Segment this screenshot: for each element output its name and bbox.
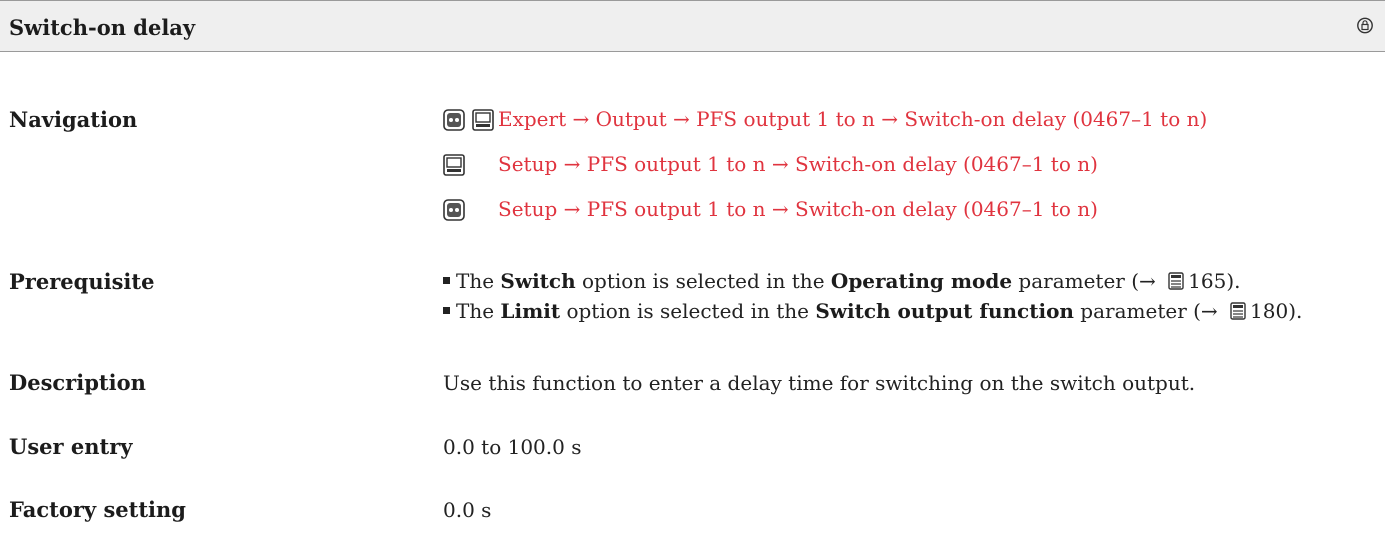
prerequisite-text: parameter (→ (1012, 269, 1163, 293)
nav-path-setup-1[interactable]: Setup → PFS output 1 to n → Switch-on de… (498, 152, 1098, 176)
nav-path-setup-2[interactable]: Setup → PFS output 1 to n → Switch-on de… (498, 197, 1098, 221)
page-title: Switch-on delay (9, 15, 196, 40)
page-number[interactable]: 180 (1250, 299, 1288, 323)
user-entry-value: 0.0 to 100.0 s (443, 435, 582, 459)
display-icon (443, 199, 465, 221)
prerequisite-text: option is selected in the (575, 269, 831, 293)
prerequisite-label: Prerequisite (9, 269, 155, 294)
navigation-label: Navigation (9, 107, 138, 132)
prerequisite-text: The (456, 299, 501, 323)
prerequisite-text: parameter (→ (1073, 299, 1225, 323)
user-entry-label: User entry (9, 434, 133, 459)
prerequisite-text: The (456, 269, 501, 293)
bullet-icon (443, 307, 450, 314)
bullet-icon (443, 277, 450, 284)
prerequisite-text: option is selected in the (560, 299, 816, 323)
page-reference-icon (1168, 271, 1184, 290)
prerequisite-item: The Switch option is selected in the Ope… (443, 269, 1241, 293)
option-name: Switch (500, 269, 576, 293)
nav-path-expert[interactable]: Expert → Output → PFS output 1 to n → Sw… (498, 107, 1207, 131)
prerequisite-item: The Limit option is selected in the Swit… (443, 299, 1302, 323)
operating-tool-icon (472, 109, 494, 131)
operating-tool-icon (443, 154, 465, 176)
page-reference-icon (1230, 301, 1246, 320)
section-header: Switch-on delay (0, 0, 1385, 52)
lock-icon (1357, 17, 1373, 34)
prerequisite-text: ). (1226, 269, 1241, 293)
description-text: Use this function to enter a delay time … (443, 371, 1196, 395)
parameter-name: Switch output function (815, 299, 1074, 323)
option-name: Limit (500, 299, 561, 323)
factory-setting-value: 0.0 s (443, 498, 492, 522)
display-icon (443, 109, 465, 131)
prerequisite-text: ). (1288, 299, 1303, 323)
parameter-name: Operating mode (830, 269, 1013, 293)
page-number[interactable]: 165 (1188, 269, 1226, 293)
factory-setting-label: Factory setting (9, 497, 186, 522)
description-label: Description (9, 370, 146, 395)
